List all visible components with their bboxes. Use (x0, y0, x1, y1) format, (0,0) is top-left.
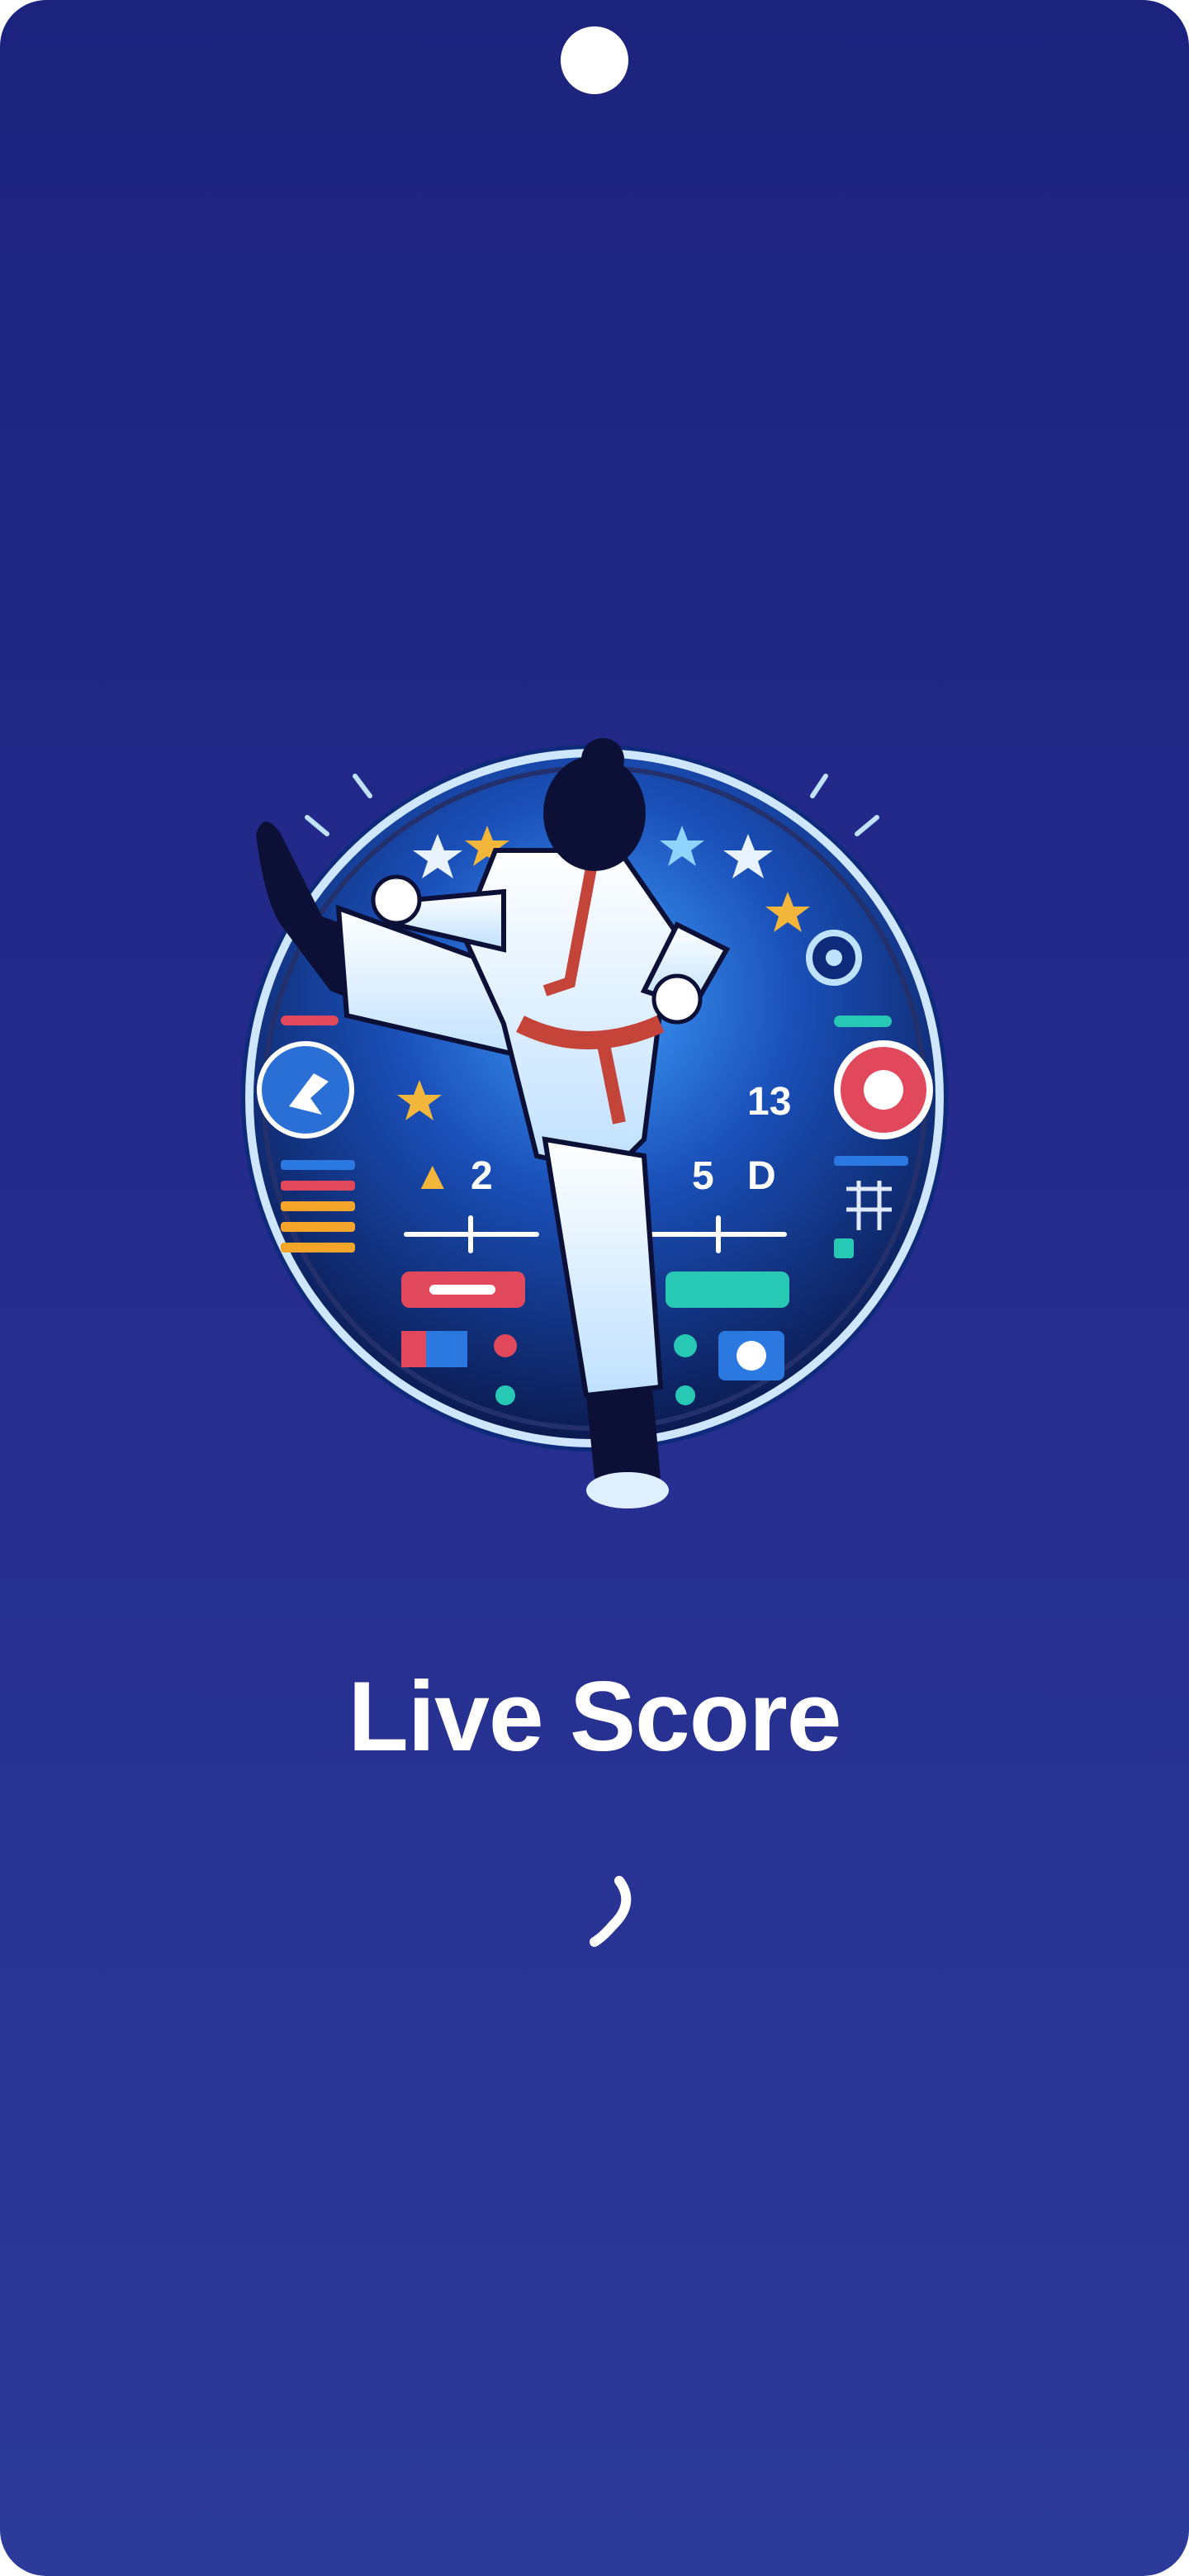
svg-text:▲: ▲ (413, 1154, 452, 1198)
svg-text:5: 5 (692, 1154, 714, 1198)
app-title: Live Score (348, 1661, 842, 1772)
karate-logo-icon: ▲ 2 5 D 13 (241, 738, 948, 1508)
svg-text:2: 2 (471, 1154, 493, 1198)
loading-spinner-icon (590, 1876, 632, 1947)
svg-text:D: D (747, 1154, 776, 1198)
front-camera-cutout (561, 26, 628, 94)
svg-text:13: 13 (747, 1080, 791, 1124)
splash-screen: ▲ 2 5 D 13 Live Score (0, 0, 1189, 2576)
